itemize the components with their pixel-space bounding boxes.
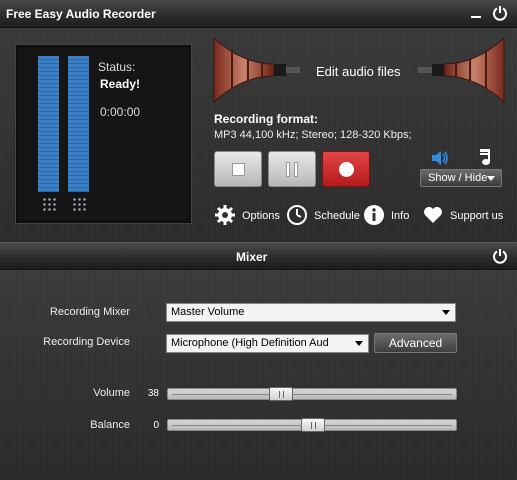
power-icon[interactable]: [492, 5, 508, 21]
support-us-button[interactable]: Support us: [422, 204, 512, 228]
left-channel-icon: [42, 197, 56, 211]
speaker-icon[interactable]: [430, 148, 450, 168]
volume-label: Volume: [93, 387, 130, 399]
chevron-down-icon: [487, 176, 495, 181]
pause-button[interactable]: [268, 151, 316, 187]
options-label: Options: [242, 210, 280, 222]
left-level-meter: [38, 56, 59, 192]
clock-icon: [287, 205, 307, 225]
info-button[interactable]: Info: [363, 204, 413, 228]
recording-mixer-value: Master Volume: [171, 306, 245, 318]
show-hide-label: Show / Hide: [428, 172, 488, 184]
options-button[interactable]: Options: [214, 204, 280, 228]
recording-format-value[interactable]: MP3 44,100 kHz; Stereo; 128-320 Kbps;: [214, 129, 412, 141]
level-meter-panel: Status: Ready! 0:00:00: [15, 44, 192, 224]
balance-slider-thumb[interactable]: [301, 418, 325, 432]
mixer-title: Mixer: [236, 250, 268, 264]
power-icon[interactable]: [492, 248, 508, 264]
recording-timer: 0:00:00: [100, 105, 141, 119]
edit-audio-files-link[interactable]: Edit audio files: [316, 64, 401, 79]
show-hide-button[interactable]: Show / Hide: [420, 169, 502, 187]
recording-device-label: Recording Device: [43, 336, 130, 348]
volume-value: 38: [147, 388, 159, 399]
app-title: Free Easy Audio Recorder: [6, 7, 156, 21]
music-note-icon[interactable]: [478, 147, 496, 167]
title-bar: Free Easy Audio Recorder: [0, 0, 517, 28]
recording-device-select[interactable]: Microphone (High Definition Aud: [166, 334, 369, 353]
recording-format-title: Recording format:: [214, 112, 319, 126]
right-channel-icon: [72, 197, 86, 211]
gear-icon: [215, 205, 235, 225]
balance-value: 0: [153, 420, 159, 431]
recording-device-value: Microphone (High Definition Aud: [171, 337, 329, 349]
schedule-button[interactable]: Schedule: [286, 204, 360, 228]
recording-mixer-select[interactable]: Master Volume: [166, 303, 456, 322]
volume-slider[interactable]: [167, 387, 457, 401]
stop-button[interactable]: [214, 151, 262, 187]
speaker-right-icon: [418, 36, 505, 104]
mixer-header: Mixer: [0, 242, 517, 270]
info-label: Info: [391, 210, 410, 222]
support-us-label: Support us: [450, 210, 504, 222]
app-window: Free Easy Audio Recorder Status: Ready! …: [0, 0, 517, 480]
info-icon: [364, 205, 384, 225]
status-label: Status:: [98, 60, 136, 74]
advanced-button[interactable]: Advanced: [374, 333, 457, 353]
heart-icon: [424, 207, 442, 223]
balance-label: Balance: [90, 419, 130, 431]
minimize-icon[interactable]: [469, 6, 483, 20]
chevron-down-icon: [442, 310, 450, 315]
chevron-down-icon: [355, 341, 363, 346]
schedule-label: Schedule: [314, 210, 360, 222]
status-value: Ready!: [100, 77, 141, 91]
recorder-panel: Status: Ready! 0:00:00 Edit audio files: [0, 28, 517, 242]
balance-slider[interactable]: [167, 418, 457, 432]
record-button[interactable]: [322, 151, 370, 187]
recording-mixer-label: Recording Mixer: [49, 306, 130, 318]
record-icon: [339, 162, 354, 177]
volume-slider-thumb[interactable]: [269, 387, 293, 401]
mixer-panel: Recording Mixer Master Volume Recording …: [0, 270, 517, 480]
right-level-meter: [68, 56, 89, 192]
stop-icon: [232, 163, 245, 176]
speaker-left-icon: [213, 36, 300, 104]
